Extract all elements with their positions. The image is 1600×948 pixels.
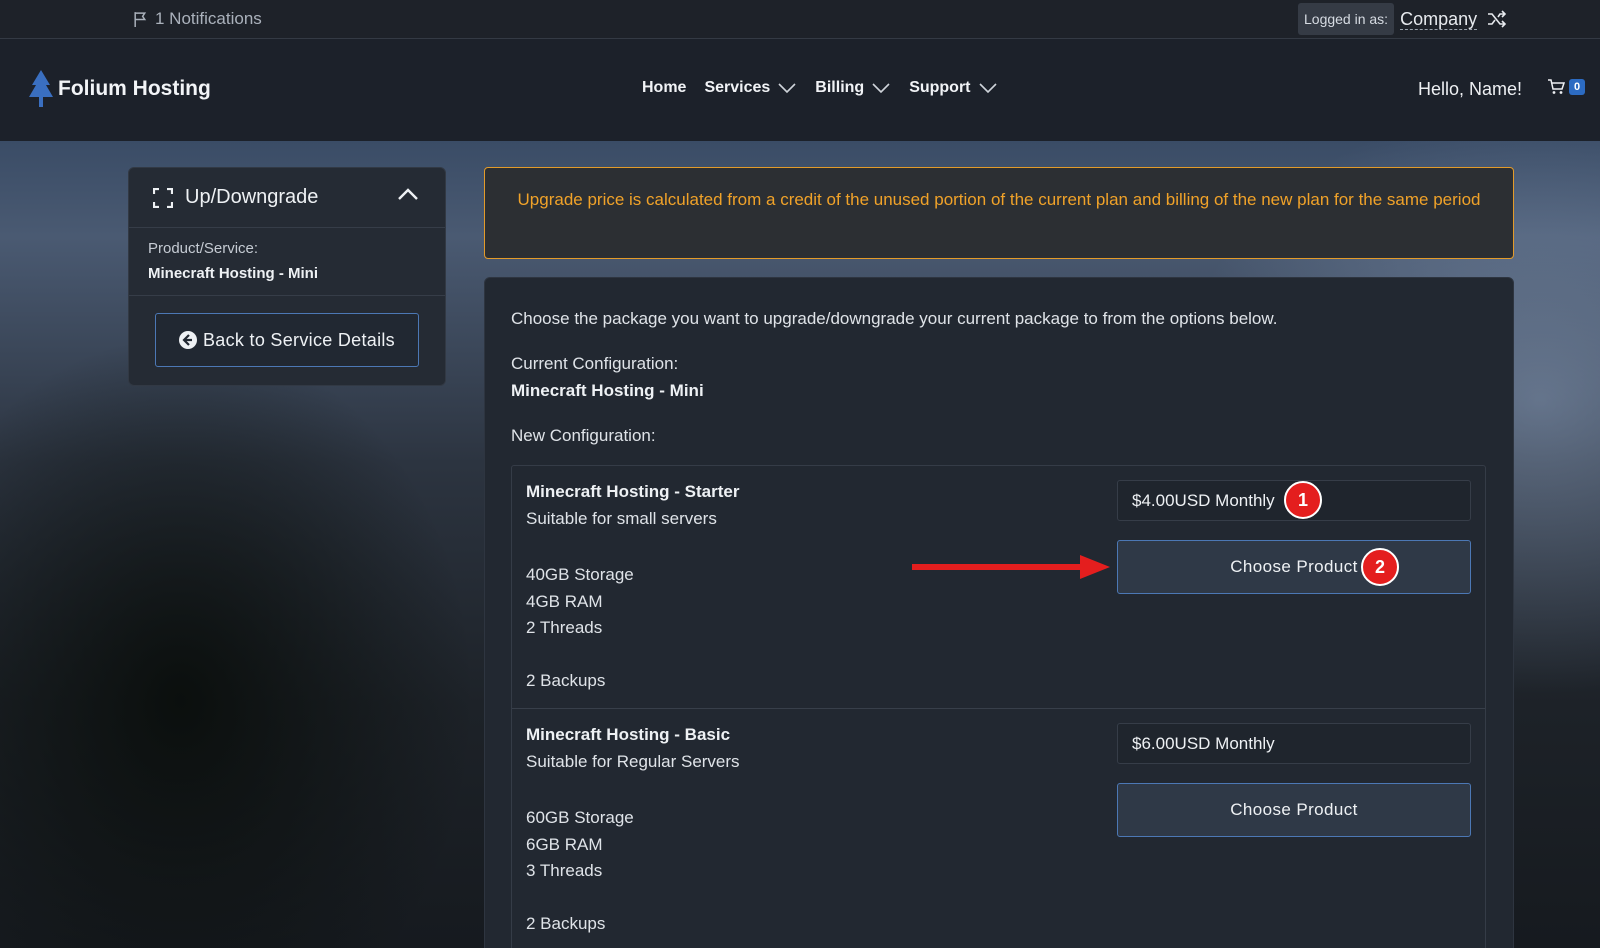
annotation-marker-1: 1 [1284,481,1322,519]
logged-in-group: Logged in as: Company [1298,3,1507,35]
chevron-down-icon [778,83,796,94]
feature-backups: 2 Backups [526,671,606,690]
choose-product-button[interactable]: Choose Product [1117,540,1471,594]
sidebar-title: Up/Downgrade [185,186,319,208]
nav-menu: Home Services Billing Support [642,79,998,97]
nav-billing[interactable]: Billing [815,79,891,97]
billing-cycle-select[interactable]: $6.00USD Monthly [1117,723,1471,764]
feature-ram: 6GB RAM [526,834,603,854]
nav-services[interactable]: Services [704,79,797,97]
notifications-link[interactable]: 1 Notifications [132,9,262,29]
new-config-label: New Configuration: [511,426,656,445]
notifications-label: 1 Notifications [155,9,262,28]
upgrade-price-alert: Upgrade price is calculated from a credi… [484,167,1514,259]
logged-in-label: Logged in as: [1298,3,1395,35]
sidebar-product-info: Product/Service: Minecraft Hosting - Min… [129,228,445,296]
feature-ram: 4GB RAM [526,591,603,611]
back-to-service-details-button[interactable]: Back to Service Details [155,313,419,367]
product-list: Minecraft Hosting - Starter Suitable for… [511,465,1486,948]
nav-billing-label: Billing [815,79,865,96]
product-name: Minecraft Hosting - Starter [526,482,740,501]
top-bar: 1 Notifications Logged in as: Company [0,0,1600,39]
current-config-label: Current Configuration: [511,354,679,373]
cart-button[interactable]: 0 [1547,78,1586,95]
company-link[interactable]: Company [1400,9,1478,30]
switch-account-icon[interactable] [1487,10,1507,28]
chevron-down-icon [978,83,997,94]
cart-count-badge: 0 [1569,78,1586,95]
product-features: 60GB Storage 6GB RAM 3 Threads 2 Backups [526,805,634,938]
product-description: Suitable for Regular Servers [526,752,740,771]
brand-name: Folium Hosting [58,77,211,100]
product-service-value: Minecraft Hosting - Mini [148,265,318,282]
back-button-label: Back to Service Details [203,329,395,350]
current-config-value: Minecraft Hosting - Mini [511,381,704,400]
product-name: Minecraft Hosting - Basic [526,725,731,744]
product-features: 40GB Storage 4GB RAM 2 Threads 2 Backups [526,562,634,695]
feature-threads: 3 Threads [526,861,603,880]
chevron-down-icon [872,83,890,94]
nav-services-label: Services [704,79,771,96]
nav-support-label: Support [909,79,971,96]
nav-support[interactable]: Support [909,79,997,97]
user-greeting[interactable]: Hello, Name! [1418,79,1522,100]
sidebar-header[interactable]: Up/Downgrade [129,168,445,228]
product-description: Suitable for small servers [526,509,717,528]
product-row-basic: Minecraft Hosting - Basic Suitable for R… [512,708,1485,948]
feature-backups: 2 Backups [526,914,606,933]
annotation-arrow-icon [912,555,1110,579]
flag-icon [134,11,147,27]
main-navbar: Folium Hosting Home Services Billing Sup… [0,39,1600,141]
feature-storage: 40GB Storage [526,565,634,584]
annotation-marker-2: 2 [1361,548,1399,586]
pine-tree-icon [29,70,53,107]
upgrade-options-card: Choose the package you want to upgrade/d… [484,277,1514,948]
brand-logo[interactable]: Folium Hosting [28,69,211,109]
cart-icon [1548,79,1565,94]
nav-home[interactable]: Home [642,79,686,97]
feature-spacer [526,642,634,669]
arrow-circle-left-icon [179,331,197,349]
chevron-up-icon[interactable] [397,187,419,201]
expand-icon [153,187,173,208]
choose-product-button[interactable]: Choose Product [1117,783,1471,837]
intro-text: Choose the package you want to upgrade/d… [511,309,1278,328]
feature-storage: 60GB Storage [526,808,634,827]
feature-spacer [526,885,634,912]
product-row-starter: Minecraft Hosting - Starter Suitable for… [512,466,1485,708]
product-service-label: Product/Service: [148,240,259,257]
nav-home-label: Home [642,79,687,96]
sidebar-card: Up/Downgrade Product/Service: Minecraft … [128,167,446,386]
feature-threads: 2 Threads [526,618,603,637]
